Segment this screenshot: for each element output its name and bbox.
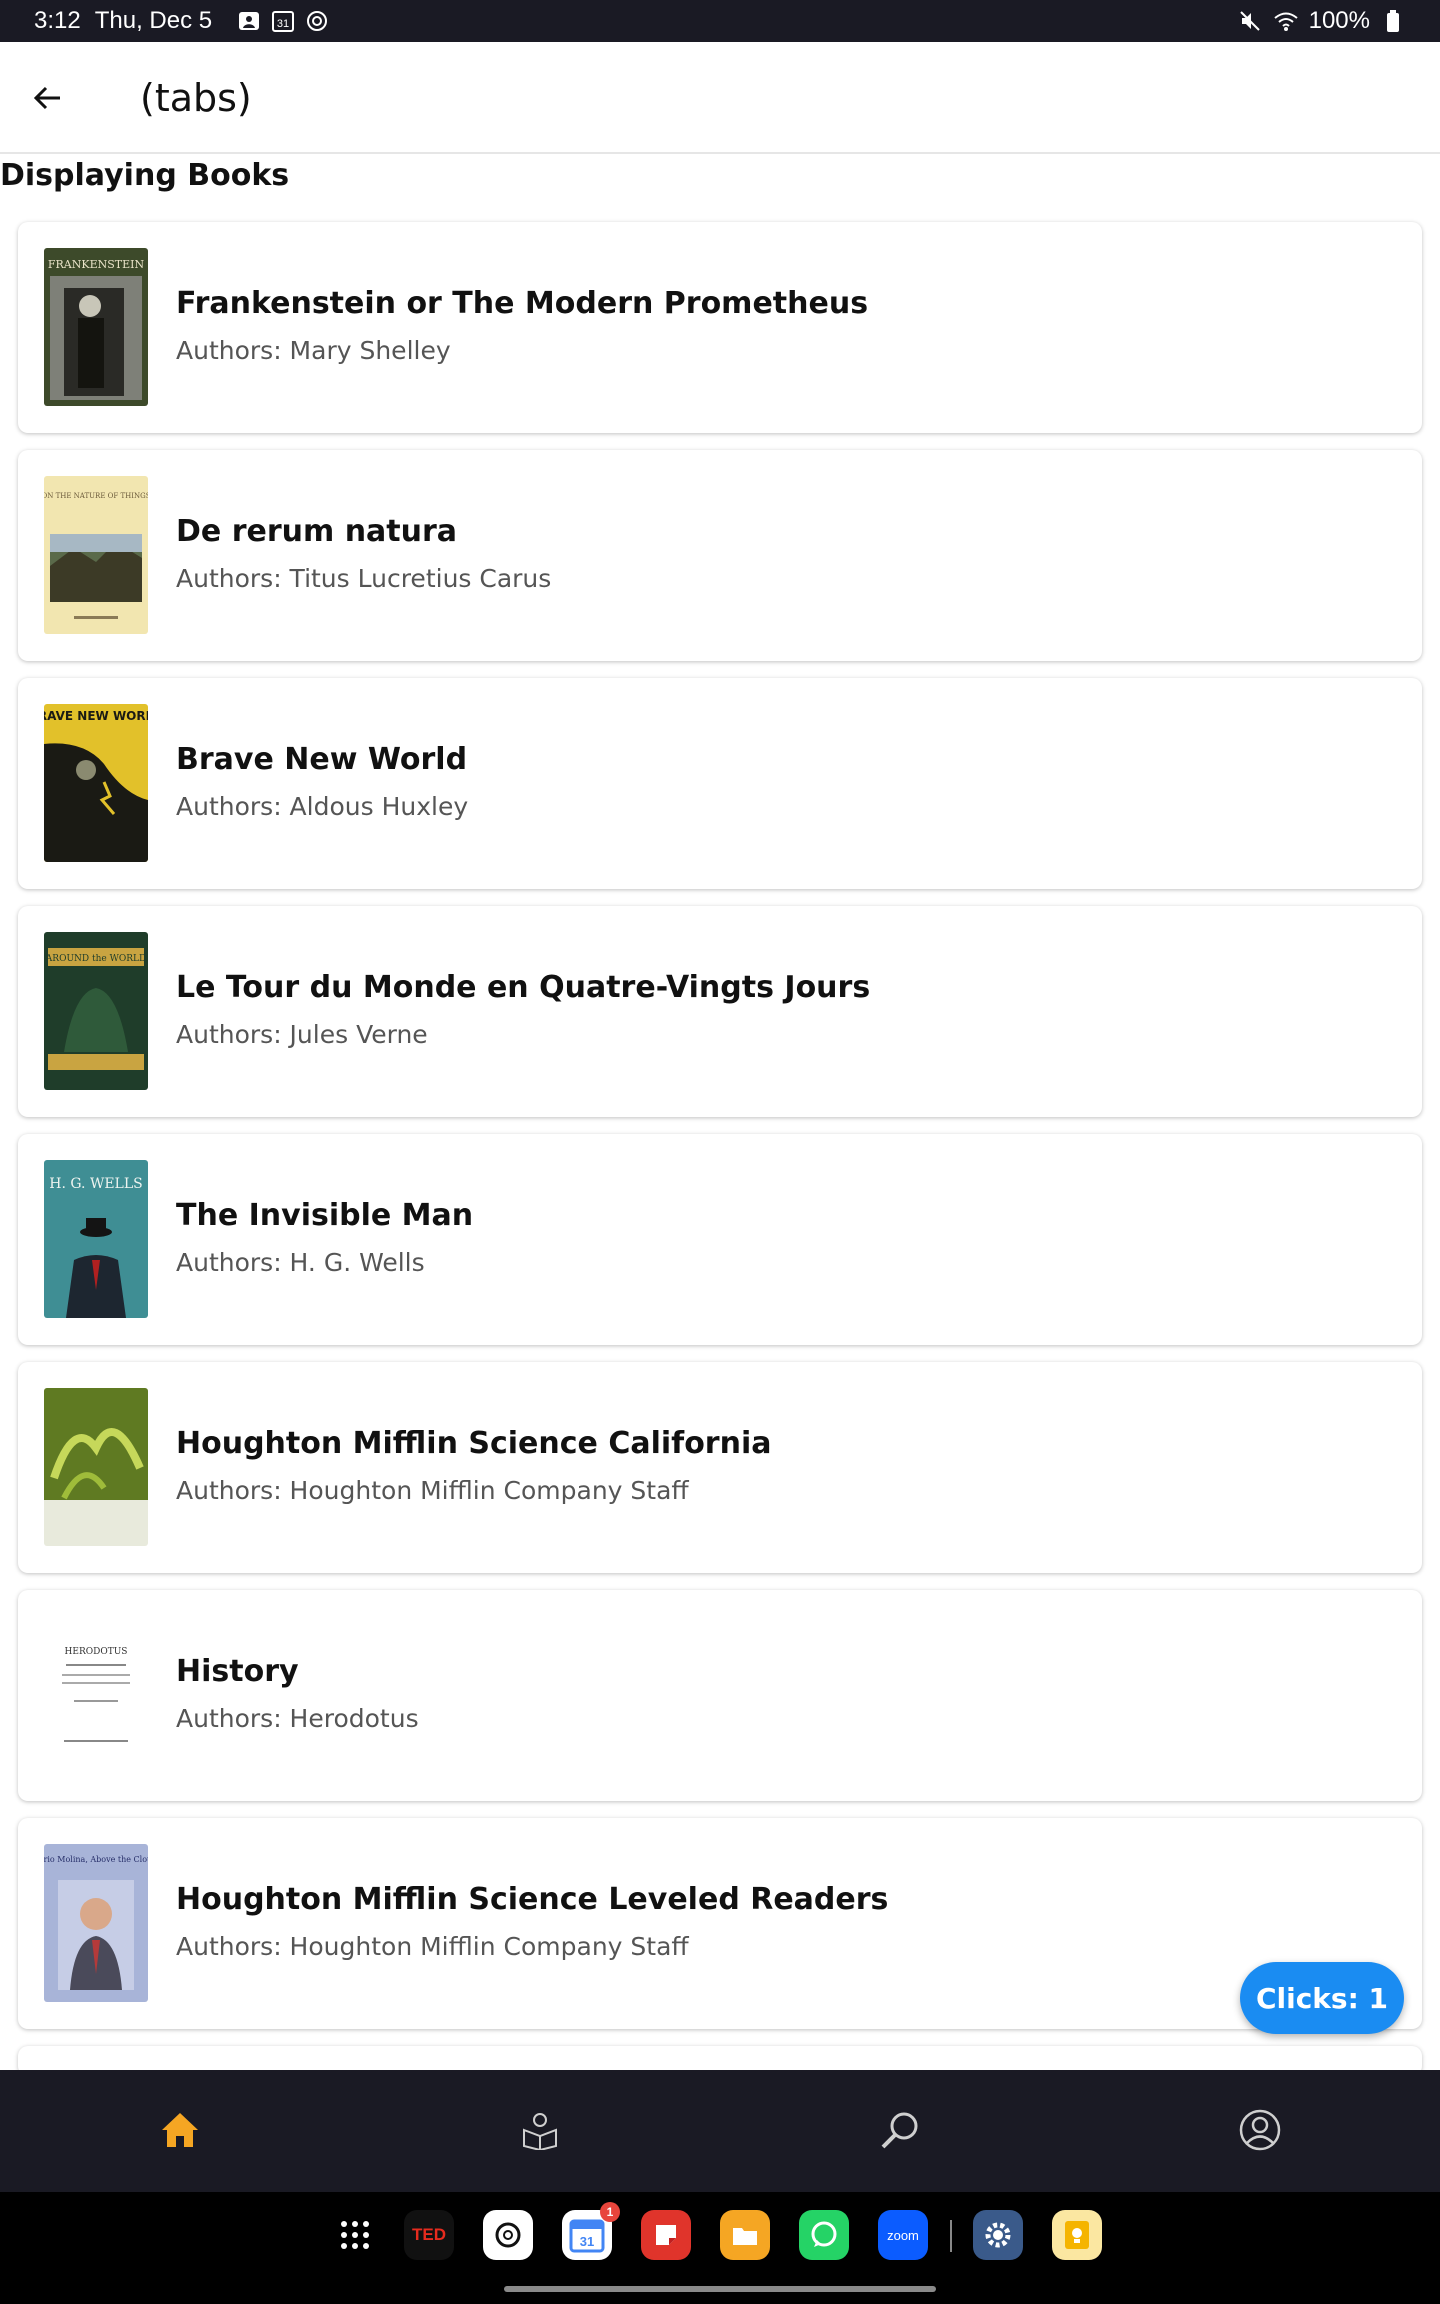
keep-icon[interactable] <box>1052 2210 1102 2260</box>
book-cover: BRAVE NEW WORLD <box>44 704 148 862</box>
notes-icon[interactable] <box>641 2210 691 2260</box>
svg-text:ON THE NATURE OF THINGS: ON THE NATURE OF THINGS <box>44 492 148 500</box>
user-circle-icon <box>1239 2109 1281 2151</box>
book-list: FRANKENSTEIN Frankenstein or The Modern … <box>18 222 1422 2093</box>
book-authors: Authors: Aldous Huxley <box>176 792 469 821</box>
status-time: 3:12 <box>34 7 81 34</box>
book-cover: Mario Molina, Above the Clouds <box>44 1844 148 2002</box>
book-cover <box>44 1388 148 1546</box>
mute-icon <box>1237 8 1263 34</box>
status-date: Thu, Dec 5 <box>94 7 213 34</box>
book-card[interactable]: HERODOTUS History Authors: Herodotus <box>18 1590 1422 1801</box>
book-title: Houghton Mifflin Science Leveled Readers <box>176 1882 889 1917</box>
svg-text:Mario Molina, Above the Clouds: Mario Molina, Above the Clouds <box>44 1855 148 1864</box>
book-authors: Authors: Houghton Mifflin Company Staff <box>176 1932 689 1961</box>
calendar-icon[interactable]: 31 1 <box>562 2202 620 2260</box>
book-cover: ON THE NATURE OF THINGS <box>44 476 148 634</box>
svg-text:AROUND the WORLD: AROUND the WORLD <box>45 954 146 964</box>
clicks-counter-button[interactable]: Clicks: 1 <box>1240 1962 1404 2034</box>
calendar-notification-icon: 31 <box>270 8 296 34</box>
book-card[interactable]: Mario Molina, Above the Clouds Houghton … <box>18 1818 1422 2029</box>
svg-text:HERODOTUS: HERODOTUS <box>65 1647 128 1657</box>
back-button[interactable] <box>22 72 74 124</box>
book-card[interactable]: H. G. WELLS The Invisible Man Authors: H… <box>18 1134 1422 1345</box>
nav-item-home[interactable] <box>150 2100 210 2160</box>
book-cover: H. G. WELLS <box>44 1160 148 1318</box>
bottom-nav <box>0 2070 1440 2192</box>
page-title: (tabs) <box>140 76 252 120</box>
book-title: Frankenstein or The Modern Prometheus <box>176 286 869 321</box>
app-bar: (tabs) <box>0 42 1440 154</box>
book-title: Le Tour du Monde en Quatre-Vingts Jours <box>176 970 871 1005</box>
home-icon <box>162 2113 198 2147</box>
book-card[interactable]: Houghton Mifflin Science California Auth… <box>18 1362 1422 1573</box>
book-title: Houghton Mifflin Science California <box>176 1426 772 1461</box>
book-authors: Authors: Houghton Mifflin Company Staff <box>176 1476 689 1505</box>
sync-notification-icon <box>304 8 330 34</box>
battery-icon <box>1380 8 1406 34</box>
reader-book-icon <box>523 2113 557 2150</box>
arrow-left-icon <box>33 86 60 110</box>
book-authors: Authors: Titus Lucretius Carus <box>176 564 552 593</box>
settings-icon[interactable] <box>973 2210 1023 2260</box>
nav-item-library[interactable] <box>510 2100 570 2160</box>
apps-grid-icon[interactable] <box>330 2210 380 2260</box>
image-notification-icon <box>236 8 262 34</box>
nav-item-profile[interactable] <box>1230 2100 1290 2160</box>
battery-percent: 100% <box>1308 7 1370 34</box>
wifi-icon <box>1273 8 1299 34</box>
book-title: The Invisible Man <box>176 1198 474 1233</box>
whatsapp-icon[interactable] <box>799 2210 849 2260</box>
home-indicator[interactable] <box>504 2286 936 2292</box>
files-icon[interactable] <box>720 2210 770 2260</box>
system-dock: TED 31 1 zoom <box>0 2192 1440 2304</box>
zoom-app-icon[interactable]: zoom <box>878 2210 928 2260</box>
book-cover: FRANKENSTEIN <box>44 248 148 406</box>
book-card[interactable]: AROUND the WORLD Le Tour du Monde en Qua… <box>18 906 1422 1117</box>
book-card[interactable]: FRANKENSTEIN Frankenstein or The Modern … <box>18 222 1422 433</box>
book-card[interactable]: ON THE NATURE OF THINGS De rerum natura … <box>18 450 1422 661</box>
nav-item-search[interactable] <box>870 2100 930 2160</box>
svg-text:31: 31 <box>580 2234 594 2249</box>
book-title: Brave New World <box>176 742 468 777</box>
book-authors: Authors: Jules Verne <box>176 1020 428 1049</box>
svg-text:FRANKENSTEIN: FRANKENSTEIN <box>48 258 145 271</box>
svg-text:H. G. WELLS: H. G. WELLS <box>49 1176 143 1192</box>
chatgpt-icon[interactable] <box>483 2210 533 2260</box>
section-title: Displaying Books <box>0 158 290 193</box>
svg-text:31: 31 <box>277 18 289 30</box>
dock-separator <box>950 2220 952 2252</box>
book-authors: Authors: H. G. Wells <box>176 1248 425 1277</box>
book-authors: Authors: Herodotus <box>176 1704 419 1733</box>
book-authors: Authors: Mary Shelley <box>176 336 451 365</box>
svg-text:BRAVE NEW WORLD: BRAVE NEW WORLD <box>44 709 148 723</box>
book-card[interactable]: BRAVE NEW WORLD Brave New World Authors:… <box>18 678 1422 889</box>
book-title: De rerum natura <box>176 514 458 549</box>
book-cover: AROUND the WORLD <box>44 932 148 1090</box>
status-bar: 3:12 Thu, Dec 5 31 100% <box>0 0 1440 42</box>
book-cover: HERODOTUS <box>44 1616 148 1774</box>
ted-app-icon[interactable]: TED <box>404 2210 454 2260</box>
book-title: History <box>176 1654 299 1689</box>
notification-badge: 1 <box>600 2202 620 2222</box>
search-icon <box>881 2112 918 2149</box>
